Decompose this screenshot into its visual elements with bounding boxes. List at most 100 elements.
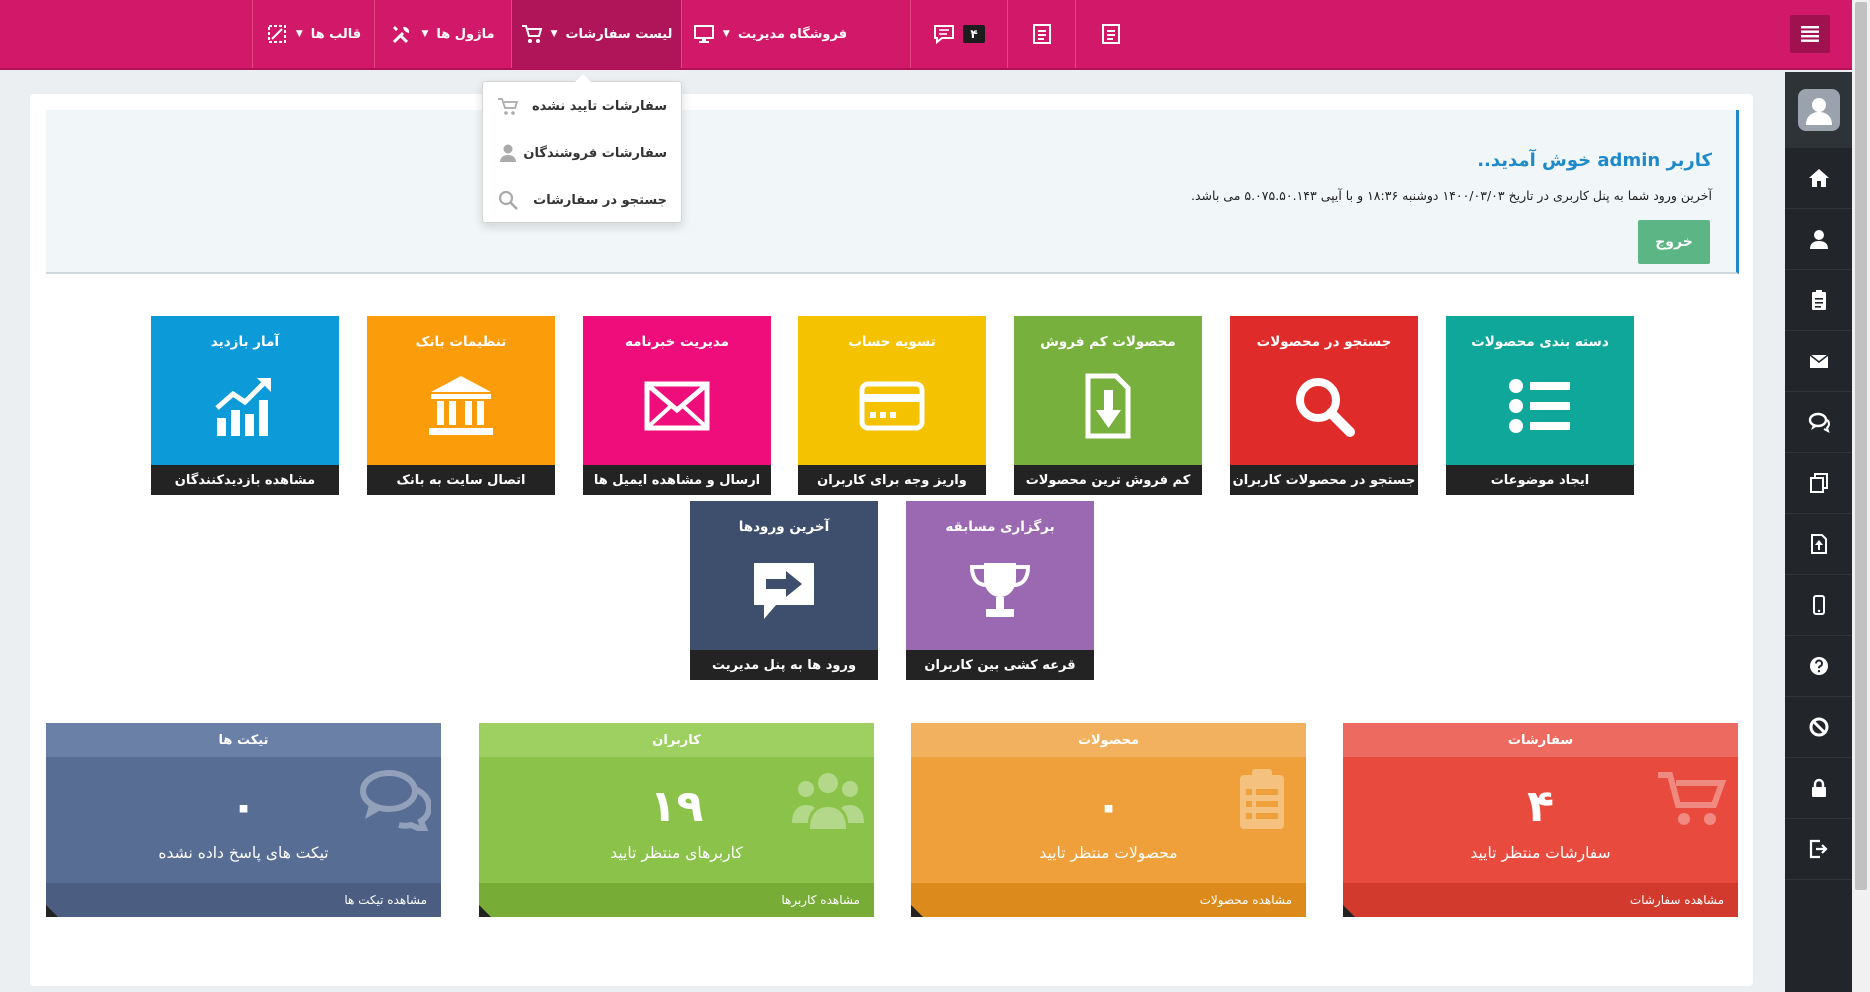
sidebar-item-lock[interactable] xyxy=(1785,758,1852,819)
sidebar-item-home[interactable] xyxy=(1785,148,1852,209)
tile-hold-competition[interactable]: برگزاری مسابقه قرعه کشی بین کاربران xyxy=(906,501,1094,680)
chevron-down-icon: ▼ xyxy=(722,29,730,39)
arrow-bubble-icon xyxy=(754,563,814,619)
corner-decoration xyxy=(46,905,58,917)
sidebar-item-block[interactable] xyxy=(1785,697,1852,758)
sign-out-icon xyxy=(1809,839,1828,859)
template-icon xyxy=(267,25,286,43)
tile-low-selling-products[interactable]: محصولات کم فروش کم فروش ترین محصولات xyxy=(1014,316,1202,495)
view-tickets-link[interactable]: مشاهده تیکت ها xyxy=(46,883,441,917)
stat-orders-value: ۴ xyxy=(1527,781,1554,832)
credit-card-icon xyxy=(859,381,925,431)
nav-templates[interactable]: قالب ها ▼ xyxy=(252,0,374,68)
document-icon xyxy=(1032,24,1051,44)
corner-decoration xyxy=(1343,905,1355,917)
download-doc-icon xyxy=(1085,373,1131,439)
welcome-box: کاربر admin خوش آمدید.. آخرین ورود شما ب… xyxy=(46,110,1739,274)
user-icon xyxy=(1809,230,1828,249)
monitor-icon xyxy=(693,25,714,43)
home-icon xyxy=(1808,169,1829,187)
trophy-icon xyxy=(969,563,1031,617)
corner-decoration xyxy=(911,905,923,917)
stat-users: کاربران ۱۹ کاربرهای منتظر تایید مشاهده ک… xyxy=(479,723,874,917)
search-icon xyxy=(498,190,518,210)
sidebar-item-orders[interactable] xyxy=(1785,270,1852,331)
stat-orders-label: سفارشات منتظر تایید xyxy=(1470,844,1611,862)
chat-icon xyxy=(934,25,955,45)
copy-icon xyxy=(1809,473,1828,493)
stat-users-label: کاربرهای منتظر تایید xyxy=(610,844,743,862)
stat-products: محصولات ۰ محصولات منتظر تایید مشاهده محص… xyxy=(911,723,1306,917)
corner-decoration xyxy=(479,905,491,917)
view-orders-link[interactable]: مشاهده سفارشات xyxy=(1343,883,1738,917)
envelope-icon xyxy=(1809,354,1828,368)
envelope-icon xyxy=(644,381,710,431)
dropdown-item-search-orders[interactable]: جستجو در سفارشات xyxy=(483,180,681,220)
tools-icon xyxy=(393,26,410,44)
stat-orders: سفارشات ۴ سفارشات منتظر تایید مشاهده سفا… xyxy=(1343,723,1738,917)
mobile-icon xyxy=(1812,595,1825,615)
tile-newsletter[interactable]: مدیریت خبرنامه ارسال و مشاهده ایمیل ها xyxy=(583,316,771,495)
orders-dropdown-menu: سفارشات تایید نشده سفارشات فروشندگان جست… xyxy=(482,74,682,223)
stat-tickets-label: تیکت های پاسخ داده نشده xyxy=(158,844,329,862)
lock-icon xyxy=(1811,778,1826,797)
tile-search-products[interactable]: جستجو در محصولات جستجو در محصولات کاربرا… xyxy=(1230,316,1418,495)
clipboard-icon xyxy=(1811,290,1826,310)
stat-products-value: ۰ xyxy=(1095,781,1122,832)
message-count-badge: ۴ xyxy=(963,25,985,43)
chat-icon xyxy=(1808,412,1830,433)
page-scrollbar[interactable] xyxy=(1852,0,1870,992)
hamburger-icon xyxy=(1801,26,1819,42)
stat-tickets: تیکت ها ۰ تیکت های پاسخ داده نشده مشاهده… xyxy=(46,723,441,917)
right-sidebar xyxy=(1785,72,1852,992)
nav-orders-list[interactable]: لیست سفارشات ▼ xyxy=(511,0,681,68)
search-icon xyxy=(1296,378,1355,437)
sidebar-item-mobile[interactable] xyxy=(1785,575,1852,636)
logout-button[interactable]: خروج xyxy=(1638,220,1710,264)
view-products-link[interactable]: مشاهده محصولات xyxy=(911,883,1306,917)
stat-tickets-value: ۰ xyxy=(230,781,257,832)
tile-bank-settings[interactable]: تنظیمات بانک اتصال سایت به بانک xyxy=(367,316,555,495)
chevron-down-icon: ▼ xyxy=(295,29,303,39)
list-icon xyxy=(1509,379,1570,433)
chart-up-icon xyxy=(215,378,271,436)
sidebar-item-upload[interactable] xyxy=(1785,514,1852,575)
tile-settlement[interactable]: تسویه حساب واریز وجه برای کاربران xyxy=(798,316,986,495)
tile-product-categories[interactable]: دسته بندی محصولات ایجاد موضوعات xyxy=(1446,316,1634,495)
chevron-down-icon: ▼ xyxy=(421,29,429,39)
document-icon xyxy=(1101,24,1120,44)
sidebar-item-help[interactable] xyxy=(1785,636,1852,697)
tile-latest-logins[interactable]: آخرین ورودها ورود ها به پنل مدیریت xyxy=(690,501,878,680)
user-icon xyxy=(1805,98,1832,125)
ban-icon xyxy=(1809,717,1828,737)
view-users-link[interactable]: مشاهده کاربرها xyxy=(479,883,874,917)
nav-modules[interactable]: ماژول ها ▼ xyxy=(374,0,511,68)
scrollbar-thumb[interactable] xyxy=(1855,2,1867,890)
sidebar-item-mail[interactable] xyxy=(1785,331,1852,392)
help-icon xyxy=(1809,657,1828,675)
tile-visit-stats[interactable]: آمار بازدید مشاهده بازدیدکنندگان xyxy=(151,316,339,495)
last-login-text: آخرین ورود شما به پنل کاربری در تاریخ ۱۴… xyxy=(1191,188,1712,203)
dropdown-item-unconfirmed-orders[interactable]: سفارشات تایید نشده xyxy=(483,86,681,126)
stat-users-value: ۱۹ xyxy=(649,781,704,832)
nav-store-management[interactable]: فروشگاه مدیریت ▼ xyxy=(681,0,858,68)
notes-button-2[interactable] xyxy=(1007,0,1075,68)
sidebar-item-copy[interactable] xyxy=(1785,453,1852,514)
chevron-down-icon: ▼ xyxy=(550,29,558,39)
cart-outline-icon xyxy=(498,98,519,115)
dropdown-item-seller-orders[interactable]: سفارشات فروشندگان xyxy=(483,133,681,173)
cart-icon xyxy=(521,25,542,43)
top-bar: ۴ فروشگاه مدیریت ▼ لیست سفارشات ▼ ماژول … xyxy=(0,0,1852,70)
welcome-title: کاربر admin خوش آمدید.. xyxy=(1477,150,1712,171)
user-icon xyxy=(500,144,516,162)
messages-button[interactable]: ۴ xyxy=(910,0,1007,68)
sidebar-item-users[interactable] xyxy=(1785,209,1852,270)
avatar[interactable] xyxy=(1785,72,1852,148)
notes-button-1[interactable] xyxy=(1075,0,1145,68)
menu-toggle-button[interactable] xyxy=(1790,15,1830,53)
sidebar-item-comments[interactable] xyxy=(1785,392,1852,453)
sidebar-item-logout[interactable] xyxy=(1785,819,1852,880)
upload-icon xyxy=(1810,534,1827,554)
stat-products-label: محصولات منتظر تایید xyxy=(1039,844,1178,862)
bank-icon xyxy=(429,376,493,435)
